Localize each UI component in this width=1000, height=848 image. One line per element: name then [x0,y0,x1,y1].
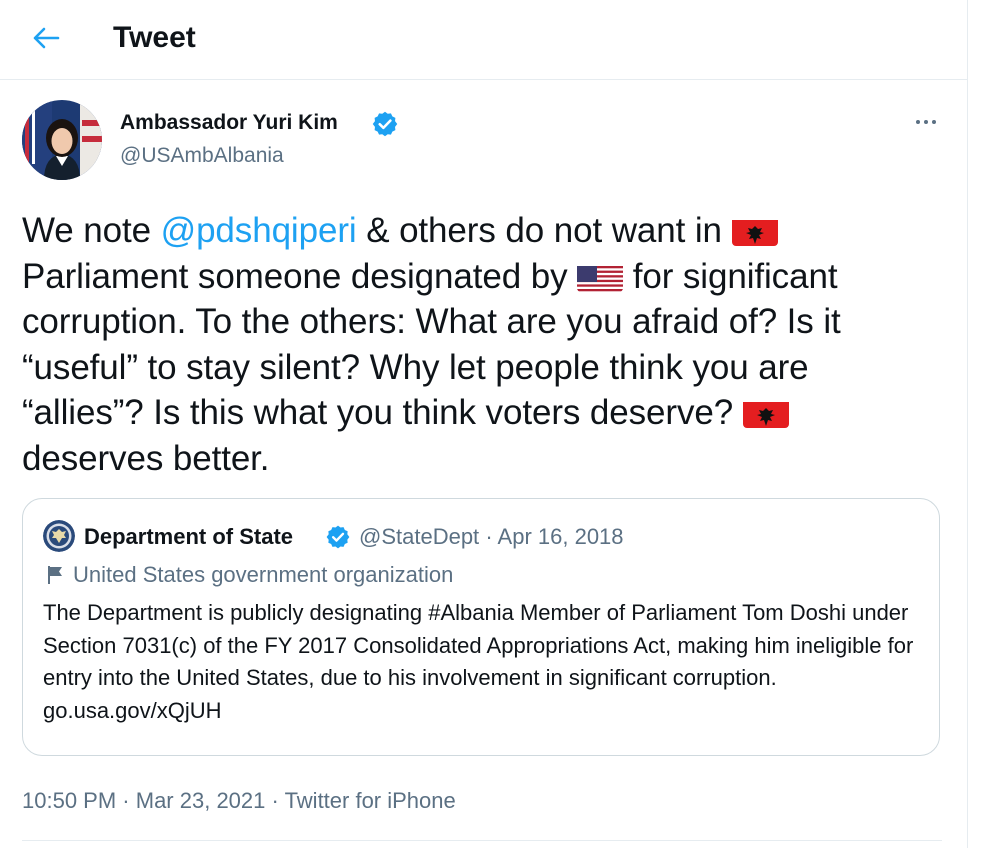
page-header: Tweet [0,0,967,80]
tweet-date[interactable]: Mar 23, 2021 [136,788,266,813]
quoted-tweet-card[interactable]: Department of State @StateDept · Apr 16,… [22,498,940,756]
quoted-author-handle: @StateDept [359,524,480,549]
us-flag-icon [577,262,624,292]
tweet-text: We note @pdshqiperi & others do not want… [22,208,922,481]
more-dot [916,120,920,124]
quoted-tweet-text: The Department is publicly designating #… [43,600,914,723]
meta-separator: · [122,788,130,813]
tweet-column: Tweet Ambassador Yuri Kim @USAmbAlbania … [0,0,968,848]
albania-flag-icon [731,216,778,246]
meta-separator: · [485,524,493,549]
page-title: Tweet [113,21,196,54]
mention-link[interactable]: @pdshqiperi [161,211,357,250]
arrow-left-icon [33,27,60,49]
government-label-text: United States government organization [73,562,454,587]
quoted-author-name: Department of State [84,524,294,549]
divider [22,840,942,841]
meta-separator: · [271,788,279,813]
author-display-name[interactable]: Ambassador Yuri Kim [120,110,338,136]
flag-pennant-icon [48,566,62,584]
more-dot [924,120,928,124]
albania-flag-icon [742,398,789,428]
tweet-text-segment: We note [22,211,161,250]
state-dept-seal-avatar [43,520,75,552]
tweet-time[interactable]: 10:50 PM [22,788,116,813]
verified-badge-icon [326,525,350,549]
more-options-button[interactable] [908,108,944,136]
quoted-date: Apr 16, 2018 [497,524,624,549]
quoted-meta: @StateDept · Apr 16, 2018 [359,523,624,551]
government-label: United States government organization [45,561,453,589]
verified-badge-icon [372,111,398,137]
more-dot [932,120,936,124]
tweet-text-segment: & others do not want in [356,211,732,250]
tweet-metadata: 10:50 PM · Mar 23, 2021 · Twitter for iP… [22,786,456,816]
author-avatar[interactable] [22,100,102,180]
tweet-text-segment: deserves better. [22,438,270,478]
tweet-text-segment: Parliament someone designated by [22,256,578,296]
tweet-source[interactable]: Twitter for iPhone [285,788,456,813]
back-button[interactable] [26,18,66,58]
author-handle[interactable]: @USAmbAlbania [120,143,284,169]
